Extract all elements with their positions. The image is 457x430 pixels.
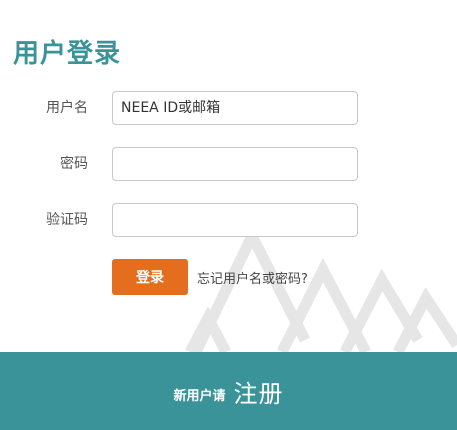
- password-row: 密码: [0, 147, 457, 181]
- password-input[interactable]: [112, 147, 358, 181]
- captcha-row: 验证码: [0, 203, 457, 237]
- username-row: 用户名: [0, 91, 457, 125]
- captcha-input[interactable]: [112, 203, 358, 237]
- login-button[interactable]: 登录: [112, 259, 188, 295]
- password-label: 密码: [60, 156, 88, 172]
- username-label: 用户名: [46, 100, 88, 116]
- register-link[interactable]: 注册: [234, 374, 284, 409]
- register-prefix: 新用户请: [173, 388, 226, 404]
- page-title: 用户登录: [13, 39, 122, 69]
- register-footer: 新用户请 注册: [0, 352, 457, 430]
- forgot-credentials-link[interactable]: 忘记用户名或密码?: [197, 268, 308, 287]
- username-input[interactable]: [112, 91, 358, 125]
- captcha-label: 验证码: [46, 212, 88, 228]
